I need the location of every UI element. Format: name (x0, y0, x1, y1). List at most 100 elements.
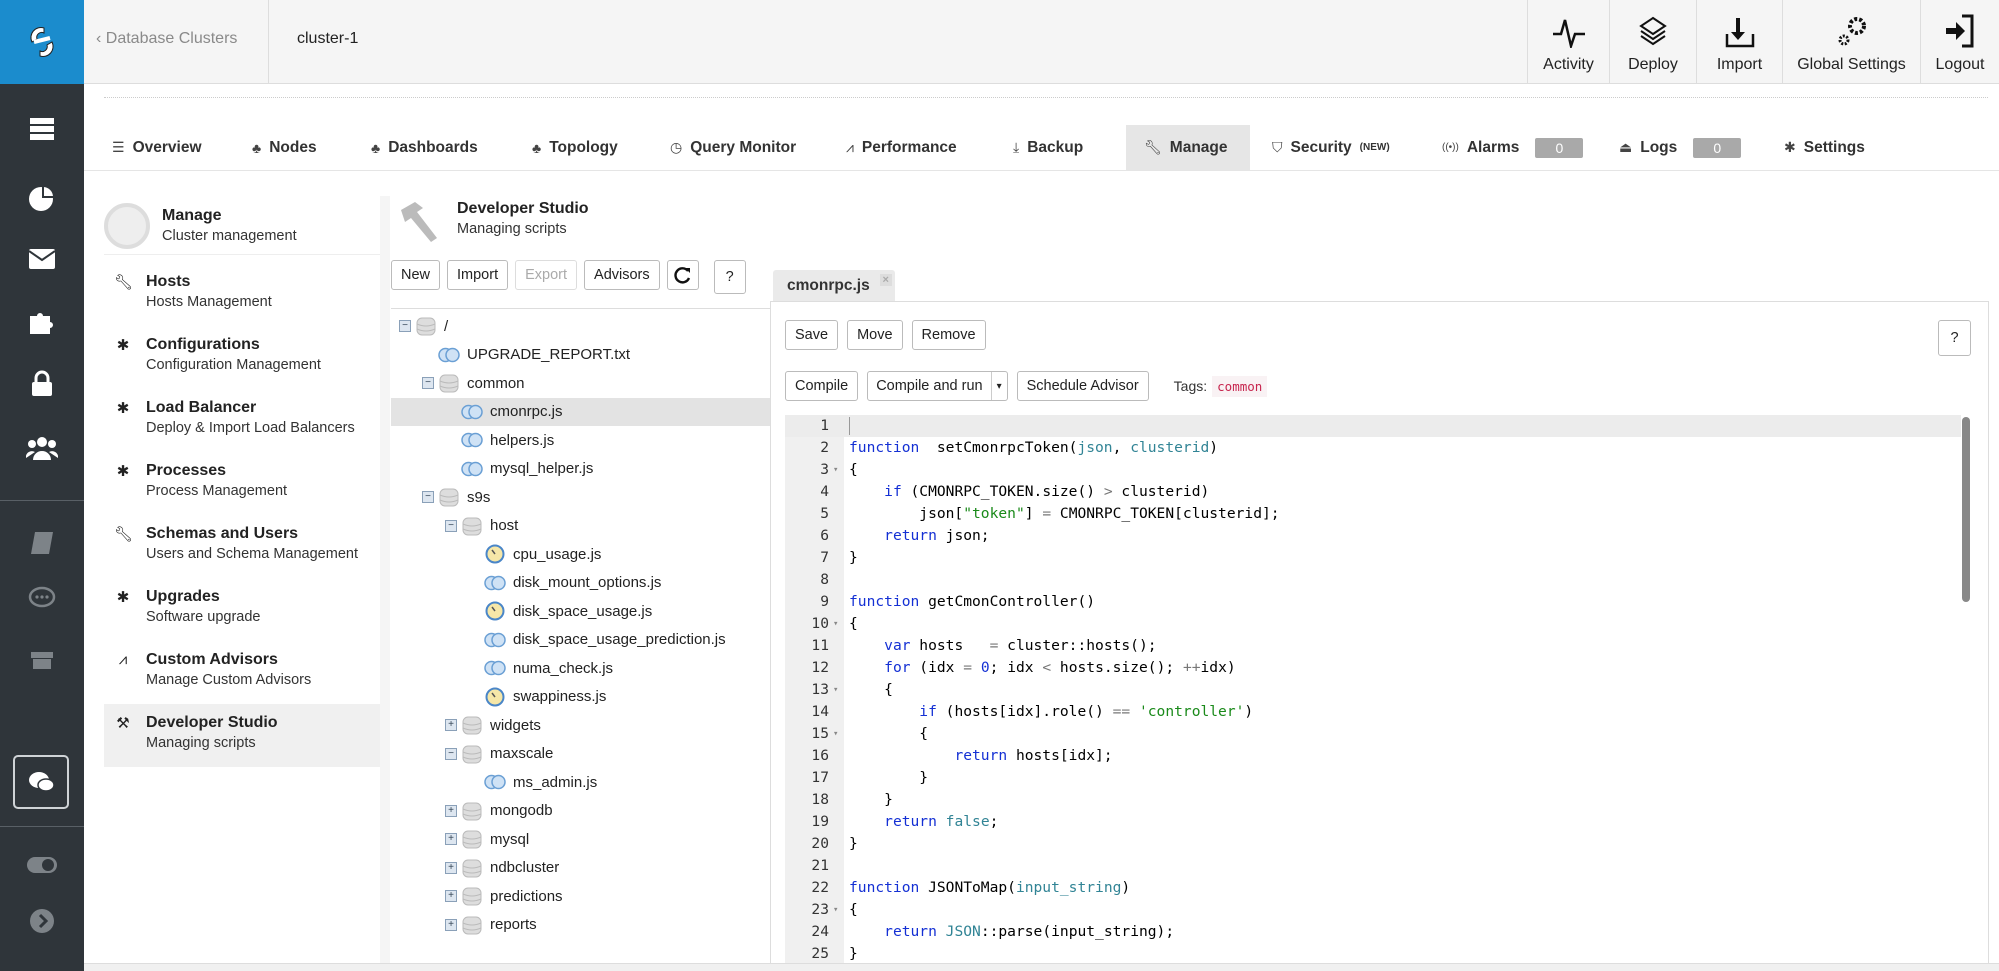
tab-backup[interactable]: ⤓ Backup (1013, 125, 1083, 170)
collapse-icon[interactable]: − (445, 519, 457, 532)
import-button[interactable]: Import (1696, 0, 1782, 84)
tab-alarms[interactable]: ((•)) Alarms 0 (1442, 125, 1584, 170)
collapse-icon[interactable]: − (422, 491, 434, 504)
puzzle-icon[interactable] (0, 308, 84, 336)
envelope-icon[interactable] (0, 248, 84, 270)
save-button[interactable]: Save (785, 320, 839, 350)
collapse-icon[interactable]: − (445, 747, 457, 760)
logo[interactable] (0, 0, 84, 84)
compile-and-run-button[interactable]: Compile and run (868, 372, 992, 400)
close-icon[interactable]: × (879, 273, 892, 286)
line-number: 6 (820, 527, 829, 544)
tree-folder[interactable]: + predictions (391, 882, 770, 911)
tree-folder[interactable]: − s9s (391, 483, 770, 512)
tree-folder[interactable]: − / (391, 312, 770, 341)
lock-icon[interactable] (0, 370, 84, 398)
tree-file[interactable]: ms_admin.js (391, 768, 770, 797)
fold-arrow-icon[interactable]: ▾ (833, 723, 838, 745)
tag-badge[interactable]: common (1212, 375, 1268, 397)
expand-icon[interactable]: + (445, 890, 457, 903)
tab-overview[interactable]: ☰ Overview (112, 125, 202, 170)
subnav-item-load-balancer[interactable]: ✱ Load Balancer Deploy & Import Load Balan… (104, 389, 380, 452)
tree-file[interactable]: swappiness.js (391, 683, 770, 712)
deploy-button[interactable]: Deploy (1609, 0, 1696, 84)
remove-button[interactable]: Remove (911, 320, 986, 350)
fold-arrow-icon[interactable]: ▾ (833, 679, 838, 701)
help-button[interactable]: ? (713, 260, 746, 294)
tab-settings[interactable]: ✱ Settings (1784, 125, 1865, 170)
global-settings-button[interactable]: Global Settings (1782, 0, 1920, 84)
bottom-bar (84, 963, 1999, 971)
fold-arrow-icon[interactable]: ▾ (833, 459, 838, 481)
comment-icon[interactable] (0, 586, 84, 612)
collapse-icon[interactable]: − (422, 377, 434, 390)
schedule-advisor-button[interactable]: Schedule Advisor (1016, 371, 1149, 401)
tree-file[interactable]: numa_check.js (391, 654, 770, 683)
tab-performance[interactable]: ⩘ Performance (846, 125, 957, 170)
chevron-right-icon[interactable] (0, 908, 84, 934)
subnav-item-developer-studio[interactable]: ⚒ Developer Studio Managing scripts (104, 704, 380, 767)
subnav-item-upgrades[interactable]: ✱ Upgrades Software upgrade (104, 578, 380, 641)
users-icon[interactable] (0, 434, 84, 462)
tab-query-monitor[interactable]: ◷ Query Monitor (670, 125, 796, 170)
gift-icon[interactable] (0, 644, 84, 670)
import-script-button[interactable]: Import (447, 260, 509, 290)
fold-arrow-icon[interactable]: ▾ (833, 899, 838, 921)
activity-button[interactable]: Activity (1527, 0, 1609, 84)
code-editor[interactable]: 1 2 function setCmonrpcToken(json, cluster… (785, 415, 1961, 964)
expand-icon[interactable]: + (445, 833, 457, 846)
tree-file[interactable]: cpu_usage.js (391, 540, 770, 569)
export-button[interactable]: Export (515, 260, 578, 290)
logout-button[interactable]: Logout (1920, 0, 1999, 84)
move-button[interactable]: Move (847, 320, 903, 350)
expand-icon[interactable]: + (445, 861, 457, 874)
subnav-item-hosts[interactable]: 🔧︎ Hosts Hosts Management (104, 263, 380, 326)
code-token: hosts.size(); (1051, 659, 1183, 676)
breadcrumb-back[interactable]: ‹ Database Clusters (96, 30, 237, 48)
tree-folder[interactable]: + ndbcluster (391, 854, 770, 883)
advisors-button[interactable]: Advisors (584, 260, 660, 290)
expand-icon[interactable]: + (445, 804, 457, 817)
subnav-item-custom-advisors[interactable]: ⩘ Custom Advisors Manage Custom Advisors (104, 641, 380, 704)
tree-file[interactable]: disk_mount_options.js (391, 569, 770, 598)
tree-folder[interactable]: − maxscale (391, 740, 770, 769)
scrollbar[interactable] (1962, 417, 1970, 602)
tab-manage[interactable]: 🔧︎ Manage (1126, 125, 1250, 170)
tab-logs[interactable]: ⏏ Logs 0 (1619, 125, 1742, 170)
tree-file[interactable]: disk_space_usage_prediction.js (391, 626, 770, 655)
tree-label: widgets (490, 716, 541, 734)
tab-dashboards[interactable]: ♣ Dashboards (371, 125, 478, 170)
tab-security[interactable]: ⛉ Security (NEW) (1272, 125, 1390, 170)
tree-folder[interactable]: + mongodb (391, 797, 770, 826)
tree-file[interactable]: disk_space_usage.js (391, 597, 770, 626)
tree-folder[interactable]: − common (391, 369, 770, 398)
tree-file[interactable]: UPGRADE_REPORT.txt (391, 341, 770, 370)
subnav-item-configurations[interactable]: ✱ Configurations Configuration Management (104, 326, 380, 389)
tree-file[interactable]: helpers.js (391, 426, 770, 455)
chat-icon[interactable] (13, 755, 69, 809)
toggle-icon[interactable] (0, 856, 84, 874)
expand-icon[interactable]: + (445, 918, 457, 931)
chevron-down-icon[interactable]: ▾ (992, 381, 1007, 392)
subnav-item-schemas-and-users[interactable]: 🔧︎ Schemas and Users Users and Schema Mana… (104, 515, 380, 578)
compile-button[interactable]: Compile (785, 371, 859, 401)
refresh-button[interactable] (666, 260, 699, 290)
pie-chart-icon[interactable] (0, 184, 84, 212)
tree-folder[interactable]: − host (391, 512, 770, 541)
tab-nodes[interactable]: ♣ Nodes (252, 125, 317, 170)
fold-arrow-icon[interactable]: ▾ (833, 613, 838, 635)
tab-topology[interactable]: ♣ Topology (532, 125, 618, 170)
tab-cmonrpc-js[interactable]: cmonrpc.js × (773, 270, 895, 301)
subnav-item-processes[interactable]: ✱ Processes Process Management (104, 452, 380, 515)
tree-folder[interactable]: + widgets (391, 711, 770, 740)
book-icon[interactable] (0, 530, 84, 556)
tree-folder[interactable]: + reports (391, 911, 770, 940)
editor-help-button[interactable]: ? (1938, 320, 1971, 356)
expand-icon[interactable]: + (445, 719, 457, 732)
server-icon[interactable] (0, 116, 84, 142)
new-button[interactable]: New (391, 260, 441, 290)
collapse-icon[interactable]: − (399, 320, 411, 333)
tree-file[interactable]: mysql_helper.js (391, 455, 770, 484)
tree-file[interactable]: cmonrpc.js (391, 397, 770, 426)
tree-folder[interactable]: + mysql (391, 825, 770, 854)
